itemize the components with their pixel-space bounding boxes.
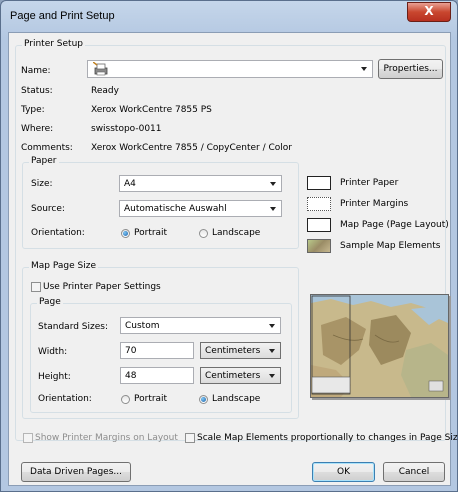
size-label: Size: xyxy=(31,179,53,189)
page-subgroup-label: Page xyxy=(37,297,63,307)
standard-sizes-dropdown[interactable]: Custom xyxy=(120,317,281,334)
type-label: Type: xyxy=(21,105,45,115)
sample-map-elements-swatch xyxy=(307,239,331,253)
use-printer-paper-label: Use Printer Paper Settings xyxy=(43,282,161,292)
width-unit-dropdown[interactable]: Centimeters xyxy=(200,342,281,359)
comments-value: Xerox WorkCentre 7855 / CopyCenter / Col… xyxy=(91,143,292,153)
printer-margins-swatch xyxy=(307,197,331,211)
height-input[interactable]: 48 xyxy=(120,367,194,384)
printer-icon xyxy=(92,61,109,79)
paper-orientation-label: Orientation: xyxy=(31,228,85,238)
data-driven-pages-button[interactable]: Data Driven Pages... xyxy=(21,462,131,482)
close-icon: X xyxy=(424,4,434,18)
title-bar: Page and Print Setup X xyxy=(1,1,457,31)
height-unit-value: Centimeters xyxy=(205,371,261,381)
map-preview-image xyxy=(311,295,448,397)
map-landscape-radio[interactable] xyxy=(199,395,208,404)
chevron-down-icon xyxy=(269,374,275,378)
map-portrait-label: Portrait xyxy=(134,394,168,404)
map-portrait-radio[interactable] xyxy=(121,395,130,404)
legend-sample-map-elements: Sample Map Elements xyxy=(340,241,441,251)
show-printer-margins-checkbox[interactable] xyxy=(23,433,33,443)
legend-map-page: Map Page (Page Layout) xyxy=(340,220,449,230)
use-printer-paper-checkbox[interactable] xyxy=(31,282,41,292)
legend-printer-margins: Printer Margins xyxy=(340,199,409,209)
map-orientation-label: Orientation: xyxy=(38,394,92,404)
status-value: Ready xyxy=(91,86,119,96)
width-input[interactable]: 70 xyxy=(120,342,194,359)
dialog-client-area: Printer Setup Name: Properties... Status… xyxy=(8,32,458,486)
where-label: Where: xyxy=(21,124,54,134)
map-page-size-label: Map Page Size xyxy=(29,261,98,271)
chevron-down-icon xyxy=(361,67,367,71)
height-label: Height: xyxy=(38,372,71,382)
page-print-setup-dialog: Page and Print Setup X Printer Setup Nam… xyxy=(0,0,458,492)
paper-landscape-label: Landscape xyxy=(212,228,261,238)
paper-source-dropdown[interactable]: Automatische Auswahl xyxy=(119,200,282,217)
map-landscape-label: Landscape xyxy=(212,394,261,404)
paper-size-value: A4 xyxy=(124,179,136,189)
height-value: 48 xyxy=(125,371,137,381)
paper-group-label: Paper xyxy=(29,156,59,166)
name-label: Name: xyxy=(21,66,51,76)
paper-landscape-radio[interactable] xyxy=(199,229,208,238)
status-label: Status: xyxy=(21,86,53,96)
type-value: Xerox WorkCentre 7855 PS xyxy=(91,105,212,115)
printer-setup-label: Printer Setup xyxy=(22,39,85,49)
standard-sizes-value: Custom xyxy=(125,321,160,331)
printer-name-dropdown[interactable] xyxy=(87,60,373,78)
printer-paper-swatch xyxy=(307,176,331,190)
standard-sizes-label: Standard Sizes: xyxy=(38,322,109,332)
paper-size-dropdown[interactable]: A4 xyxy=(119,175,282,192)
cancel-button[interactable]: Cancel xyxy=(383,462,445,482)
chevron-down-icon xyxy=(270,182,276,186)
scale-map-elements-checkbox[interactable] xyxy=(185,433,195,443)
chevron-down-icon xyxy=(269,349,275,353)
height-unit-dropdown[interactable]: Centimeters xyxy=(200,367,281,384)
paper-portrait-label: Portrait xyxy=(134,228,168,238)
properties-button[interactable]: Properties... xyxy=(378,59,443,79)
width-unit-value: Centimeters xyxy=(205,346,261,356)
scale-map-elements-label: Scale Map Elements proportionally to cha… xyxy=(197,433,458,443)
paper-source-value: Automatische Auswahl xyxy=(124,204,227,214)
close-button[interactable]: X xyxy=(407,2,451,22)
where-value: swisstopo-0011 xyxy=(91,124,162,134)
ok-button[interactable]: OK xyxy=(312,462,375,482)
map-page-preview xyxy=(310,294,449,398)
legend-printer-paper: Printer Paper xyxy=(340,178,399,188)
map-page-swatch xyxy=(307,218,331,232)
chevron-down-icon xyxy=(270,207,276,211)
width-value: 70 xyxy=(125,346,137,356)
chevron-down-icon xyxy=(269,324,275,328)
width-label: Width: xyxy=(38,347,68,357)
paper-portrait-radio[interactable] xyxy=(121,229,130,238)
source-label: Source: xyxy=(31,204,65,214)
window-title: Page and Print Setup xyxy=(10,10,115,22)
comments-label: Comments: xyxy=(21,143,73,153)
show-printer-margins-label: Show Printer Margins on Layout xyxy=(35,433,178,443)
